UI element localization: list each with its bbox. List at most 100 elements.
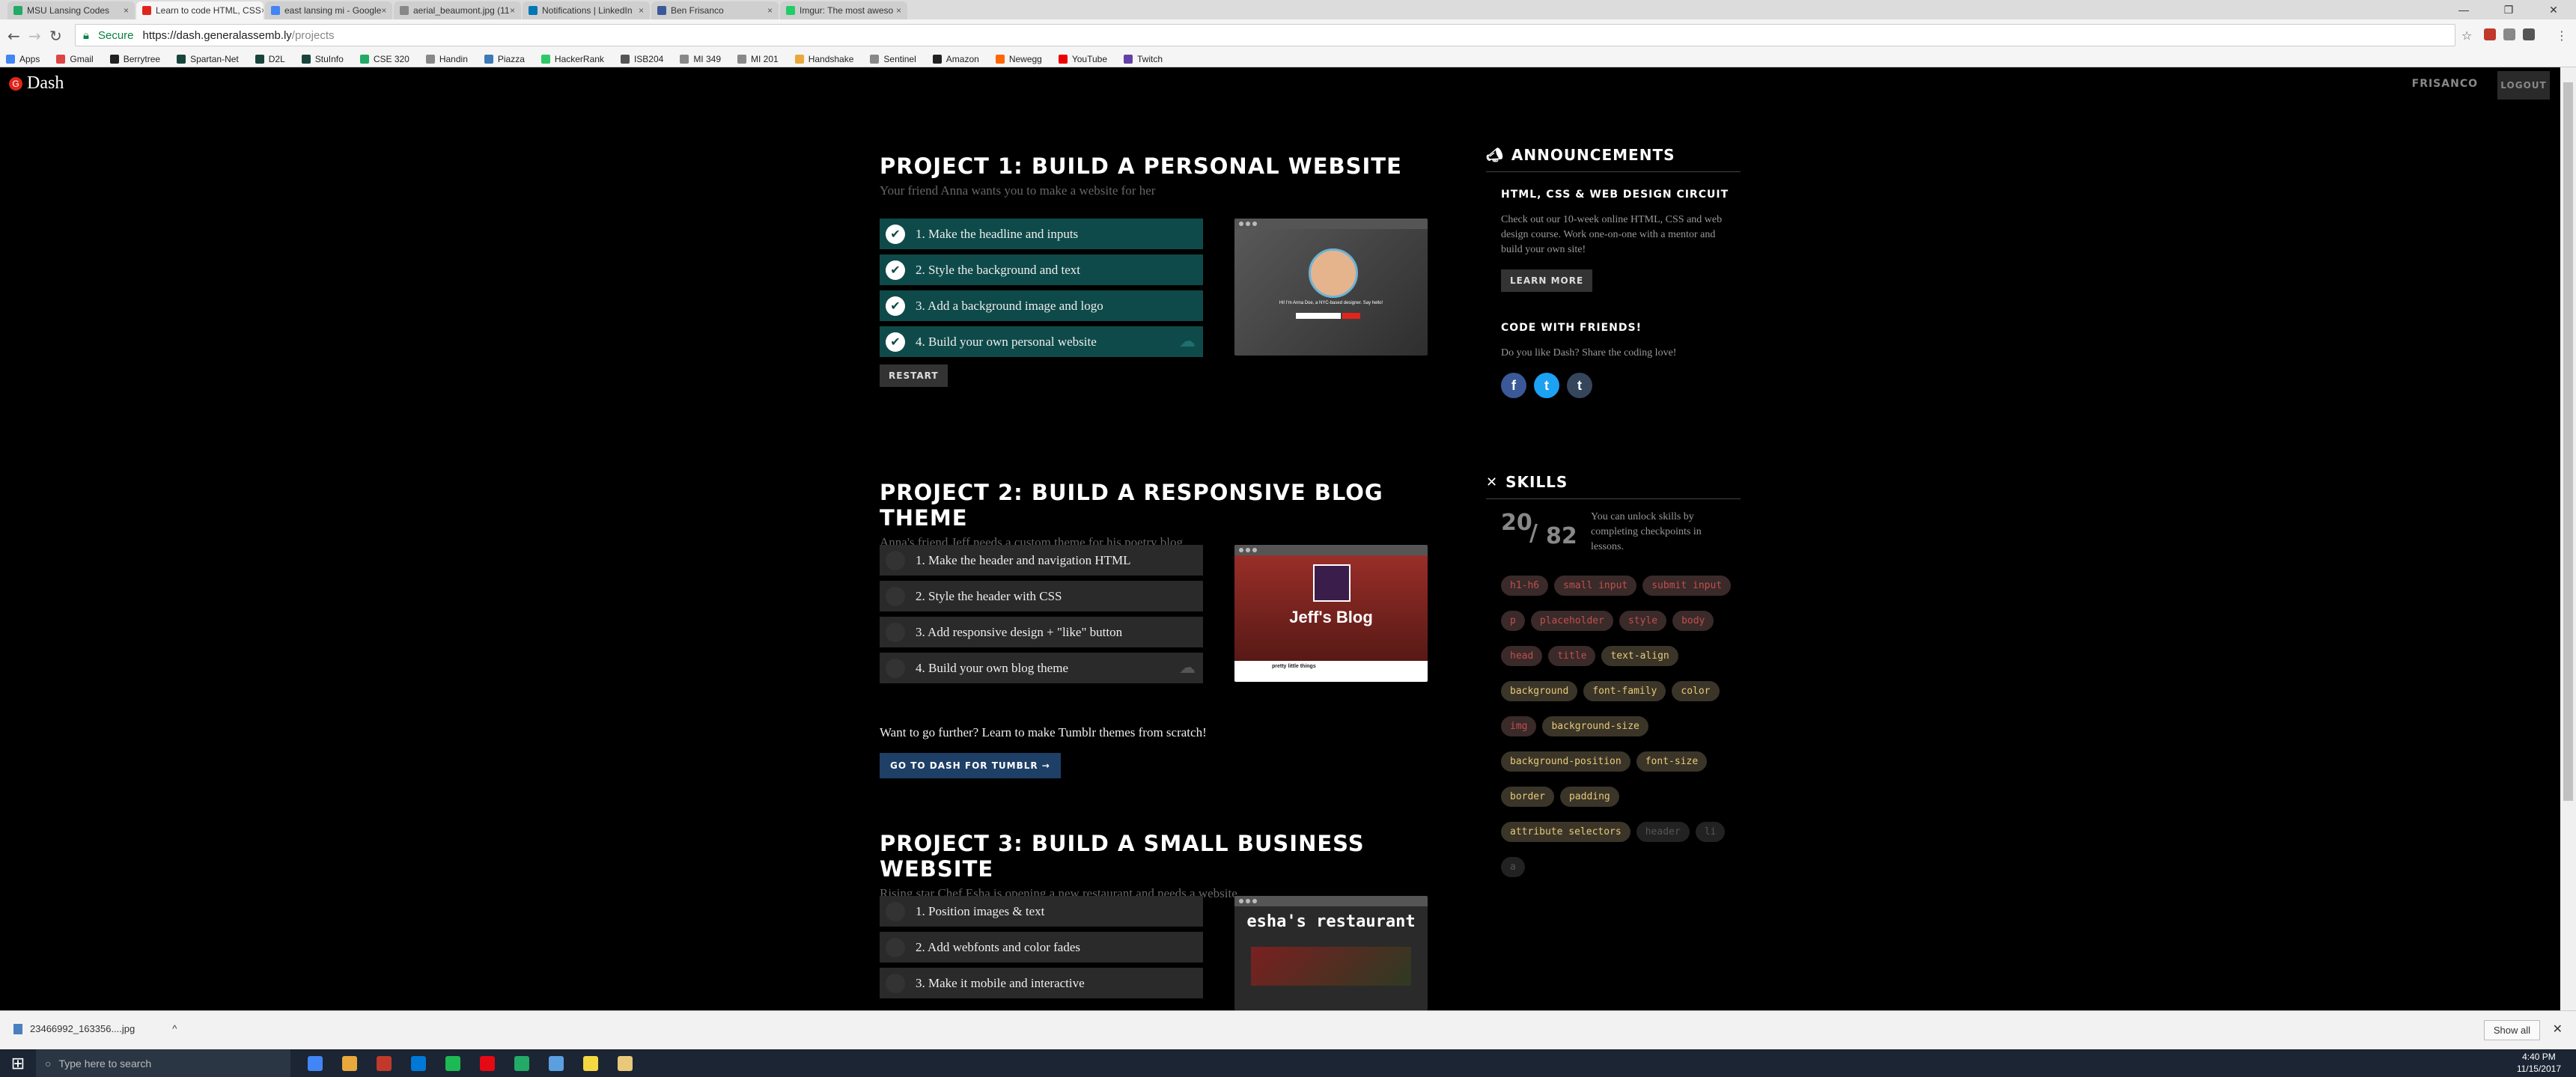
close-icon[interactable]: ✕	[2553, 1022, 2563, 1037]
learn-more-button[interactable]: LEARN MORE	[1501, 269, 1593, 292]
reload-icon[interactable]: ↻	[49, 27, 62, 45]
taskbar-app-icon[interactable]	[505, 1049, 539, 1077]
skill-tag[interactable]: header	[1636, 822, 1690, 842]
skill-tag[interactable]: h1-h6	[1501, 576, 1549, 596]
step-item[interactable]: 4. Build your own blog theme ☁	[880, 653, 1203, 683]
taskbar-app-icon[interactable]	[298, 1049, 332, 1077]
close-tab-icon[interactable]: ×	[896, 5, 901, 16]
username-link[interactable]: FRISANCO	[2412, 78, 2478, 90]
step-item[interactable]: ✔ 2. Style the background and text	[880, 254, 1203, 285]
taskbar-app-icon[interactable]	[332, 1049, 367, 1077]
taskbar-app-icon[interactable]	[573, 1049, 608, 1077]
browser-tab[interactable]: east lansing mi - Google ×	[265, 1, 392, 19]
skill-tag[interactable]: style	[1619, 611, 1667, 631]
bookmark-item[interactable]: Berrytree	[109, 54, 160, 64]
step-item[interactable]: 2. Style the header with CSS	[880, 581, 1203, 611]
close-tab-icon[interactable]: ×	[767, 5, 773, 16]
forward-arrow-icon[interactable]: →	[28, 27, 41, 45]
step-item[interactable]: ✔ 4. Build your own personal website ☁	[880, 326, 1203, 357]
step-item[interactable]: ✔ 1. Make the headline and inputs	[880, 219, 1203, 249]
close-tab-icon[interactable]: ×	[261, 5, 264, 16]
close-tab-icon[interactable]: ×	[124, 5, 129, 16]
skill-tag[interactable]: body	[1672, 611, 1714, 631]
skill-tag[interactable]: background-position	[1501, 751, 1630, 772]
skill-tag[interactable]: placeholder	[1530, 611, 1613, 631]
browser-tab[interactable]: Imgur: The most aweso ×	[780, 1, 907, 19]
maximize-button[interactable]: ❐	[2486, 0, 2531, 19]
skill-tag[interactable]: submit input	[1642, 576, 1732, 596]
url-input[interactable]: 🔒︎ Secure https://dash.generalassemb.ly /…	[75, 24, 2455, 46]
bookmark-item[interactable]: D2L	[255, 54, 285, 64]
tumblr-icon[interactable]: t	[1567, 373, 1592, 398]
skill-tag[interactable]: color	[1672, 681, 1720, 701]
download-item[interactable]: 23466992_163356....jpg ^	[13, 1023, 177, 1034]
back-arrow-icon[interactable]: ←	[7, 27, 20, 45]
skill-tag[interactable]: title	[1548, 646, 1596, 666]
chevron-up-icon[interactable]: ^	[172, 1023, 177, 1034]
bookmark-item[interactable]: Sentinel	[870, 54, 916, 64]
bookmark-item[interactable]: Twitch	[1124, 54, 1163, 64]
close-window-button[interactable]: ✕	[2531, 0, 2576, 19]
browser-tab[interactable]: Notifications | LinkedIn ×	[523, 1, 650, 19]
minimize-button[interactable]: —	[2441, 0, 2486, 19]
close-tab-icon[interactable]: ×	[381, 5, 386, 16]
skill-tag[interactable]: p	[1501, 611, 1525, 631]
step-item[interactable]: 3. Make it mobile and interactive	[880, 968, 1203, 998]
skill-tag[interactable]: li	[1695, 822, 1726, 842]
step-item[interactable]: 1. Position images & text	[880, 896, 1203, 927]
extension-icon[interactable]	[2523, 28, 2535, 40]
extension-icon[interactable]	[2484, 28, 2496, 40]
skill-tag[interactable]: small input	[1554, 576, 1637, 596]
facebook-icon[interactable]: f	[1501, 373, 1526, 398]
project-thumbnail[interactable]: Hi! I'm Anna Doe, a NYC-based designer. …	[1234, 219, 1428, 356]
bookmark-item[interactable]: Piazza	[484, 54, 525, 64]
page-scrollbar[interactable]	[2560, 67, 2576, 1010]
bookmark-item[interactable]: Handin	[425, 54, 468, 64]
show-all-button[interactable]: Show all	[2483, 1020, 2540, 1040]
twitter-icon[interactable]: t	[1534, 373, 1559, 398]
windows-start-icon[interactable]: ⊞	[0, 1054, 36, 1073]
skill-tag[interactable]: border	[1501, 787, 1554, 807]
taskbar-app-icon[interactable]	[470, 1049, 505, 1077]
step-item[interactable]: ✔ 3. Add a background image and logo	[880, 290, 1203, 321]
skill-tag[interactable]: font-size	[1636, 751, 1708, 772]
dash-logo[interactable]: G Dash	[9, 73, 64, 94]
bookmark-item[interactable]: Amazon	[932, 54, 979, 64]
bookmark-item[interactable]: Handshake	[794, 54, 853, 64]
taskbar-app-icon[interactable]	[539, 1049, 573, 1077]
bookmark-item[interactable]: StuInfo	[301, 54, 344, 64]
skill-tag[interactable]: head	[1501, 646, 1543, 666]
bookmark-item[interactable]: MI 349	[680, 54, 721, 64]
skill-tag[interactable]: text-align	[1601, 646, 1678, 666]
bookmark-star-icon[interactable]: ☆	[2461, 28, 2472, 43]
browser-tab[interactable]: aerial_beaumont.jpg (11 ×	[394, 1, 521, 19]
bookmark-item[interactable]: Spartan-Net	[177, 54, 239, 64]
skill-tag[interactable]: attribute selectors	[1501, 822, 1630, 842]
step-item[interactable]: 2. Add webfonts and color fades	[880, 932, 1203, 962]
skill-tag[interactable]: background	[1501, 681, 1578, 701]
scrollbar-thumb[interactable]	[2563, 82, 2573, 801]
step-item[interactable]: 3. Add responsive design + "like" button	[880, 617, 1203, 647]
skill-tag[interactable]: font-family	[1583, 681, 1666, 701]
system-clock[interactable]: 4:40 PM 11/15/2017	[2517, 1051, 2561, 1075]
project-thumbnail[interactable]: esha's restaurant	[1234, 896, 1428, 1010]
bookmark-item[interactable]: YouTube	[1058, 54, 1107, 64]
bookmark-item[interactable]: CSE 320	[359, 54, 409, 64]
close-tab-icon[interactable]: ×	[510, 5, 515, 16]
taskbar-search-input[interactable]: ○ Type here to search	[36, 1049, 290, 1077]
skill-tag[interactable]: a	[1501, 857, 1525, 877]
close-tab-icon[interactable]: ×	[639, 5, 644, 16]
bookmark-item[interactable]: Gmail	[56, 54, 94, 64]
browser-tab[interactable]: Learn to code HTML, CSS×	[136, 1, 264, 19]
logout-button[interactable]: LOGOUT	[2497, 71, 2550, 100]
browser-tab[interactable]: MSU Lansing Codes ×	[7, 1, 135, 19]
bookmark-item[interactable]: Apps	[6, 54, 40, 64]
taskbar-app-icon[interactable]	[608, 1049, 642, 1077]
skill-tag[interactable]: img	[1501, 716, 1537, 736]
browser-tab[interactable]: Ben Frisanco ×	[651, 1, 779, 19]
step-item[interactable]: 1. Make the header and navigation HTML	[880, 545, 1203, 576]
skill-tag[interactable]: background-size	[1542, 716, 1648, 736]
taskbar-app-icon[interactable]	[401, 1049, 436, 1077]
tumblr-button[interactable]: GO TO DASH FOR TUMBLR →	[880, 753, 1061, 778]
bookmark-item[interactable]: ISB204	[620, 54, 663, 64]
